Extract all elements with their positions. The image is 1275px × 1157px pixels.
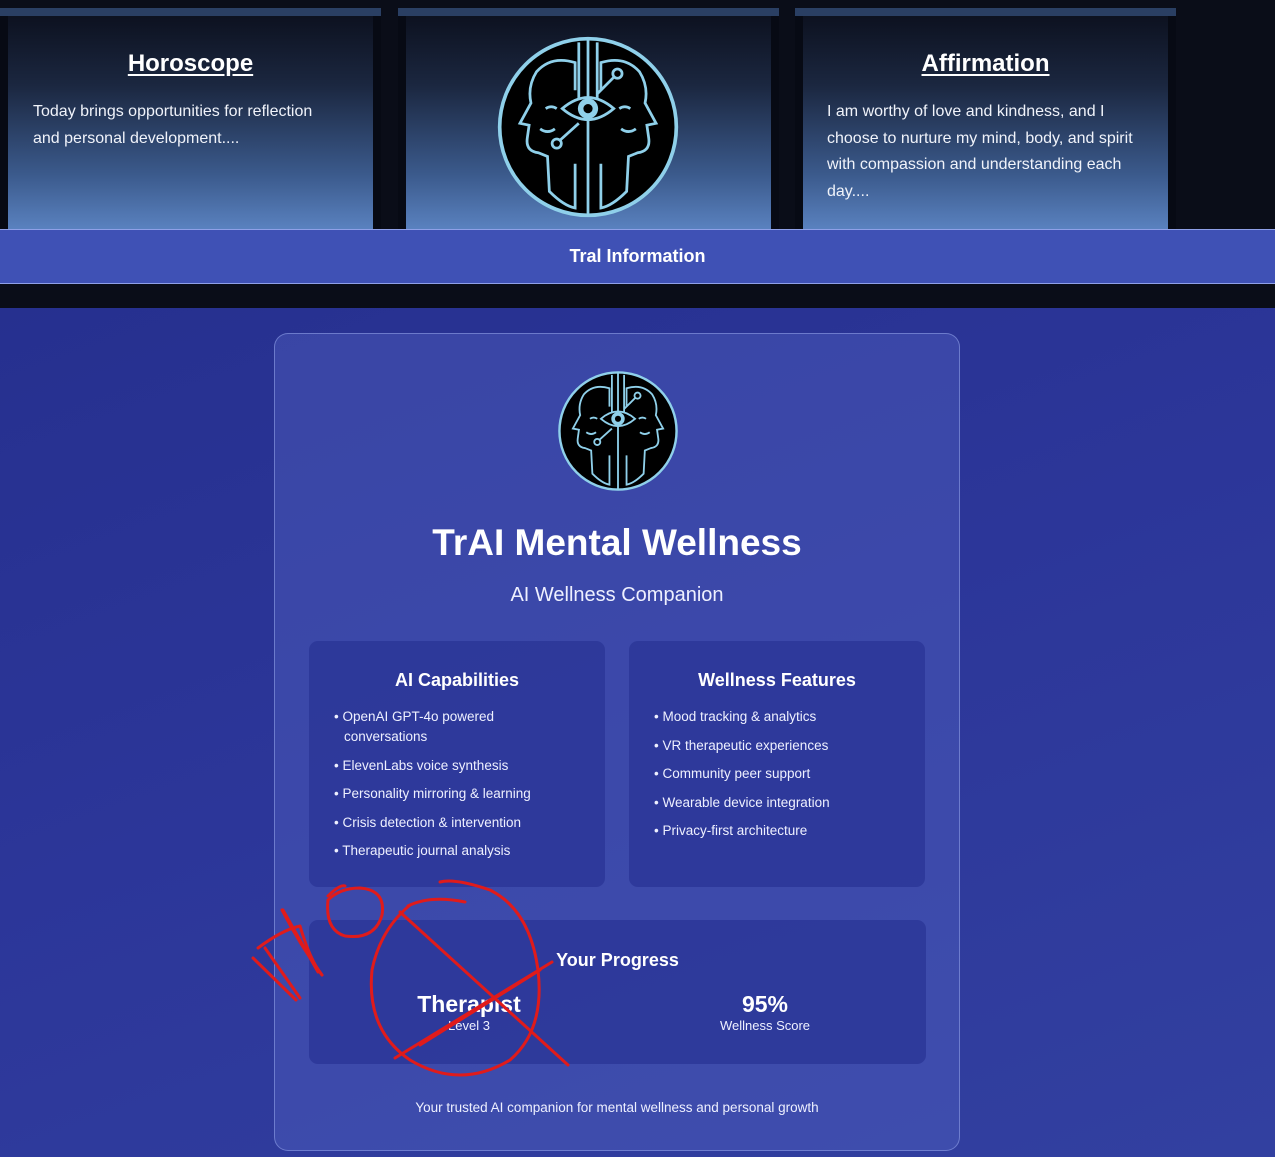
list-item: Crisis detection & intervention [334, 813, 575, 833]
list-item: Community peer support [654, 764, 895, 784]
list-item: Privacy-first architecture [654, 821, 895, 841]
level-value: Therapist [417, 991, 521, 1017]
list-item: OpenAI GPT-4o powered conversations [334, 707, 575, 747]
list-item: Wearable device integration [654, 793, 895, 813]
wellness-panel: TrAI Mental Wellness AI Wellness Compani… [274, 333, 960, 1151]
level-stat: Therapist Level 3 [369, 990, 569, 1033]
wellness-score-stat: 95% Wellness Score [665, 990, 865, 1033]
horoscope-text: Today brings opportunities for reflectio… [33, 103, 313, 147]
twin-faces-eye-icon [558, 371, 678, 491]
twin-faces-eye-icon [497, 36, 679, 218]
wellness-features-title: Wellness Features [698, 670, 856, 690]
list-item: ElevenLabs voice synthesis [334, 756, 575, 776]
list-item: Personality mirroring & learning [334, 784, 575, 804]
list-item: Therapeutic journal analysis [334, 841, 575, 861]
list-item: Mood tracking & analytics [654, 707, 895, 727]
ai-capabilities-list: OpenAI GPT-4o powered conversations Elev… [334, 707, 575, 870]
progress-box: Your Progress Therapist Level 3 95% Well… [309, 920, 926, 1064]
list-item: VR therapeutic experiences [654, 736, 895, 756]
horoscope-title[interactable]: Horoscope [0, 50, 381, 78]
wellness-features-box: Wellness Features Mood tracking & analyt… [629, 641, 925, 887]
affirmation-card[interactable]: Affirmation I am worthy of love and kind… [795, 8, 1176, 230]
panel-title: TrAI Mental Wellness [432, 522, 802, 563]
level-label: Level 3 [448, 1018, 490, 1033]
wellness-features-list: Mood tracking & analytics VR therapeutic… [654, 707, 895, 850]
ai-capabilities-box: AI Capabilities OpenAI GPT-4o powered co… [309, 641, 605, 887]
horoscope-card[interactable]: Horoscope Today brings opportunities for… [0, 8, 381, 230]
tral-information-label: Tral Information [569, 246, 706, 266]
panel-subtitle: AI Wellness Companion [510, 584, 724, 606]
progress-title: Your Progress [556, 950, 679, 970]
tral-information-button[interactable]: Tral Information [0, 229, 1275, 284]
panel-footer: Your trusted AI companion for mental wel… [415, 1100, 819, 1115]
ai-capabilities-title: AI Capabilities [394, 670, 520, 690]
affirmation-title[interactable]: Affirmation [795, 50, 1176, 78]
logo-card [398, 8, 779, 230]
affirmation-text: I am worthy of love and kindness, and I … [827, 103, 1133, 200]
wellness-score-label: Wellness Score [719, 1018, 811, 1033]
wellness-score-value: 95% [741, 991, 789, 1017]
